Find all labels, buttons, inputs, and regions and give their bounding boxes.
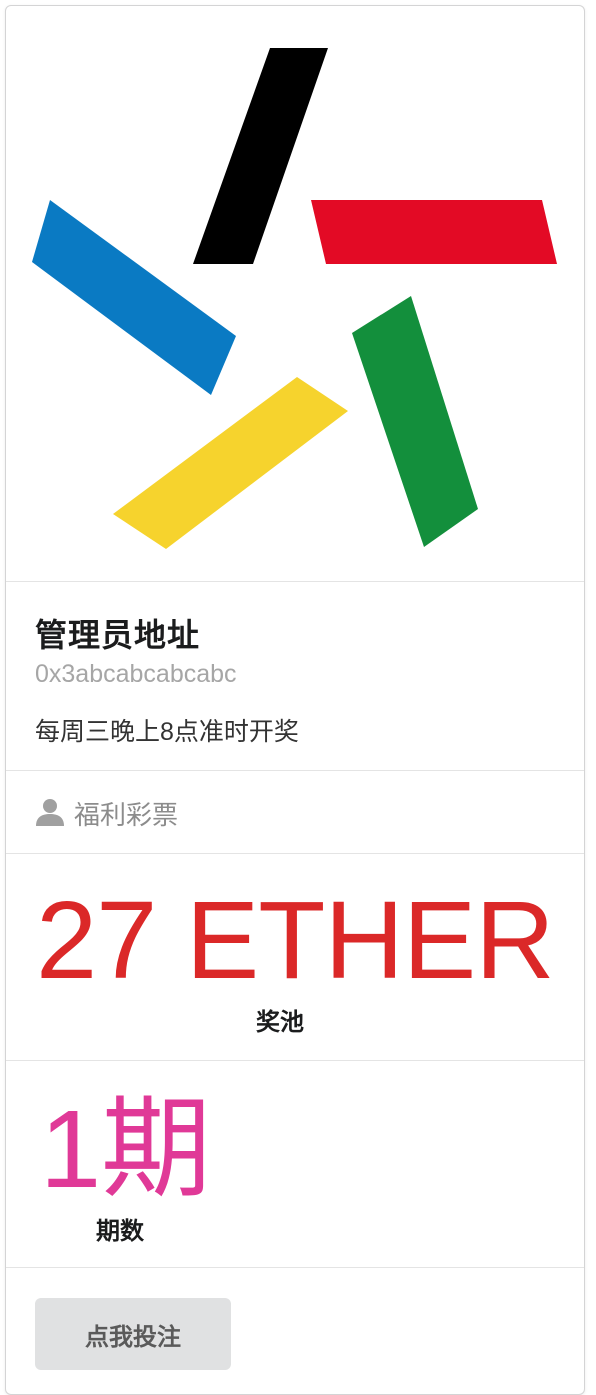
prize-pool-value: 27 ETHER	[36, 879, 555, 1002]
card-extra: 福利彩票	[6, 771, 584, 854]
lottery-type-label: 福利彩票	[74, 800, 179, 830]
card-actions: 点我投注	[6, 1268, 584, 1388]
card-content: 管理员地址 0x3abcabcabcabc 每周三晚上8点准时开奖	[6, 582, 584, 771]
round-value: 1期	[40, 1088, 212, 1211]
round-statistic: 1期 期数	[6, 1061, 584, 1268]
lottery-card: 管理员地址 0x3abcabcabcabc 每周三晚上8点准时开奖 福利彩票 2…	[5, 5, 585, 1395]
logo-stroke-black	[193, 48, 328, 264]
logo-stroke-red	[311, 200, 557, 264]
admin-address-header: 管理员地址	[35, 617, 201, 653]
draw-schedule-description: 每周三晚上8点准时开奖	[35, 718, 299, 746]
card-image	[6, 6, 584, 582]
place-bet-button[interactable]: 点我投注	[35, 1298, 231, 1370]
user-icon	[36, 799, 64, 826]
logo-stroke-yellow	[113, 377, 348, 549]
prize-pool-label: 奖池	[256, 1009, 304, 1036]
admin-address-value: 0x3abcabcabcabc	[35, 660, 237, 688]
five-stroke-star-logo	[32, 48, 557, 549]
prize-pool-statistic: 27 ETHER 奖池	[6, 854, 584, 1061]
round-label: 期数	[96, 1218, 144, 1245]
logo-stroke-green	[352, 296, 478, 547]
